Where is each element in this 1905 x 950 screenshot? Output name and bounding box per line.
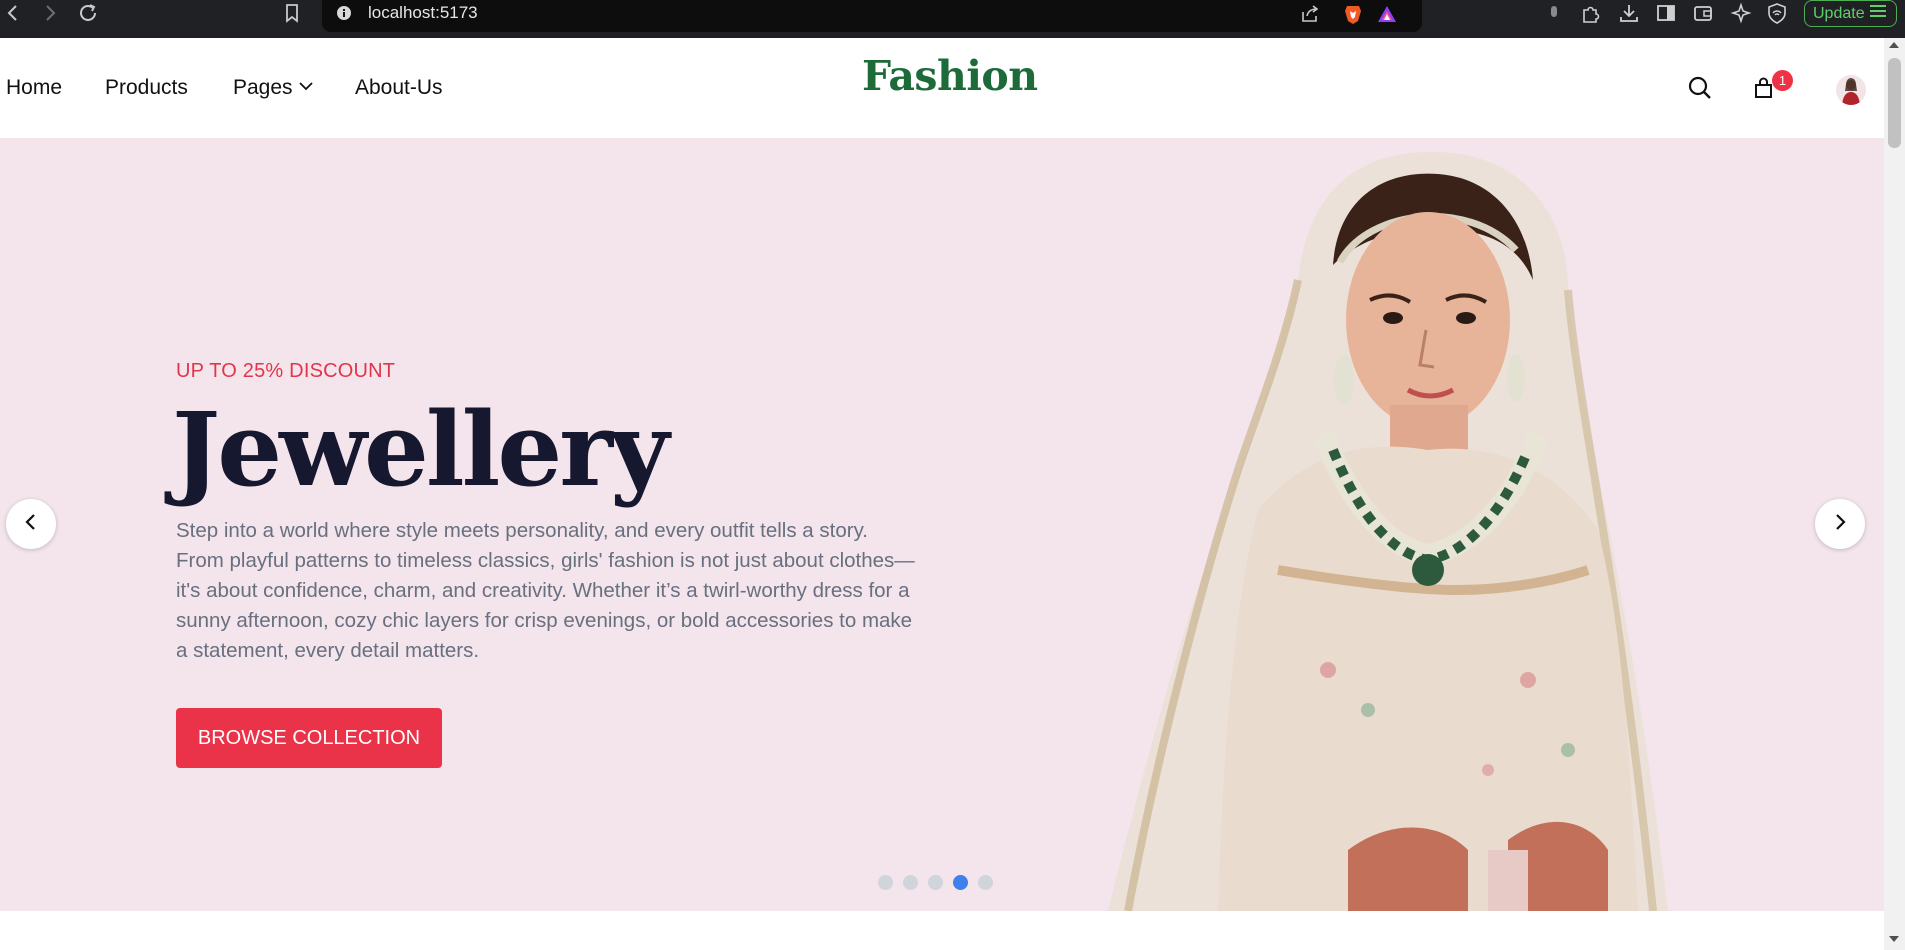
hero-discount-text: UP TO 25% DISCOUNT [176, 360, 396, 382]
address-bar[interactable]: localhost:5173 [322, 0, 1422, 32]
scroll-thumb[interactable] [1888, 58, 1901, 148]
cart-count-badge: 1 [1772, 70, 1793, 91]
extensions-icon[interactable] [1580, 2, 1602, 24]
leo-icon[interactable] [1730, 2, 1752, 24]
rewards-icon[interactable] [1376, 3, 1398, 25]
sidebar-icon[interactable] [1655, 2, 1677, 24]
brave-icon[interactable] [1342, 3, 1364, 25]
update-button[interactable]: Update [1804, 0, 1897, 27]
slider-dot-active[interactable] [953, 875, 968, 890]
back-icon[interactable] [2, 2, 24, 24]
nav-link-pages-label: Pages [233, 76, 293, 99]
share-icon[interactable] [1299, 3, 1321, 25]
browse-collection-button[interactable]: BROWSE COLLECTION [176, 708, 442, 768]
slider-dots [878, 875, 993, 890]
chevron-down-icon [298, 76, 314, 100]
nav-link-products[interactable]: Products [105, 76, 188, 100]
scroll-up-arrow-icon[interactable] [1889, 42, 1899, 48]
slider-prev-button[interactable] [6, 499, 56, 549]
page-scrollbar[interactable] [1884, 38, 1905, 950]
vpn-icon[interactable] [1766, 2, 1788, 24]
wallet-icon[interactable] [1692, 2, 1714, 24]
slider-dot[interactable] [978, 875, 993, 890]
browser-toolbar: localhost:5173 Update [0, 0, 1905, 38]
microphone-icon[interactable] [1543, 2, 1565, 24]
bookmark-icon[interactable] [281, 2, 303, 24]
slider-dot[interactable] [878, 875, 893, 890]
forward-icon[interactable] [39, 2, 61, 24]
hero-model-image [1108, 151, 1668, 911]
search-icon[interactable] [1687, 75, 1713, 101]
reload-icon[interactable] [77, 2, 99, 24]
slider-dot[interactable] [928, 875, 943, 890]
site-header: Home Products Pages About-Us Fashion 1 [0, 38, 1884, 138]
chevron-left-icon [21, 512, 41, 536]
chevron-right-icon [1830, 512, 1850, 536]
url-text: localhost:5173 [368, 3, 478, 22]
nav-link-about-us[interactable]: About-Us [355, 76, 443, 100]
slider-dot[interactable] [903, 875, 918, 890]
brand-logo[interactable]: Fashion [862, 52, 1038, 100]
hero-slider: UP TO 25% DISCOUNT Jewellery Step into a… [0, 138, 1884, 911]
avatar[interactable] [1836, 75, 1866, 105]
nav-link-home[interactable]: Home [6, 76, 62, 100]
update-label: Update [1813, 4, 1865, 22]
nav-link-pages[interactable]: Pages [233, 76, 314, 100]
downloads-icon[interactable] [1618, 2, 1640, 24]
menu-icon [1869, 4, 1886, 23]
slider-next-button[interactable] [1815, 499, 1865, 549]
hero-title: Jewellery [172, 390, 669, 510]
scroll-down-arrow-icon[interactable] [1889, 936, 1899, 942]
info-icon[interactable] [336, 5, 352, 21]
hero-description: Step into a world where style meets pers… [176, 519, 915, 662]
